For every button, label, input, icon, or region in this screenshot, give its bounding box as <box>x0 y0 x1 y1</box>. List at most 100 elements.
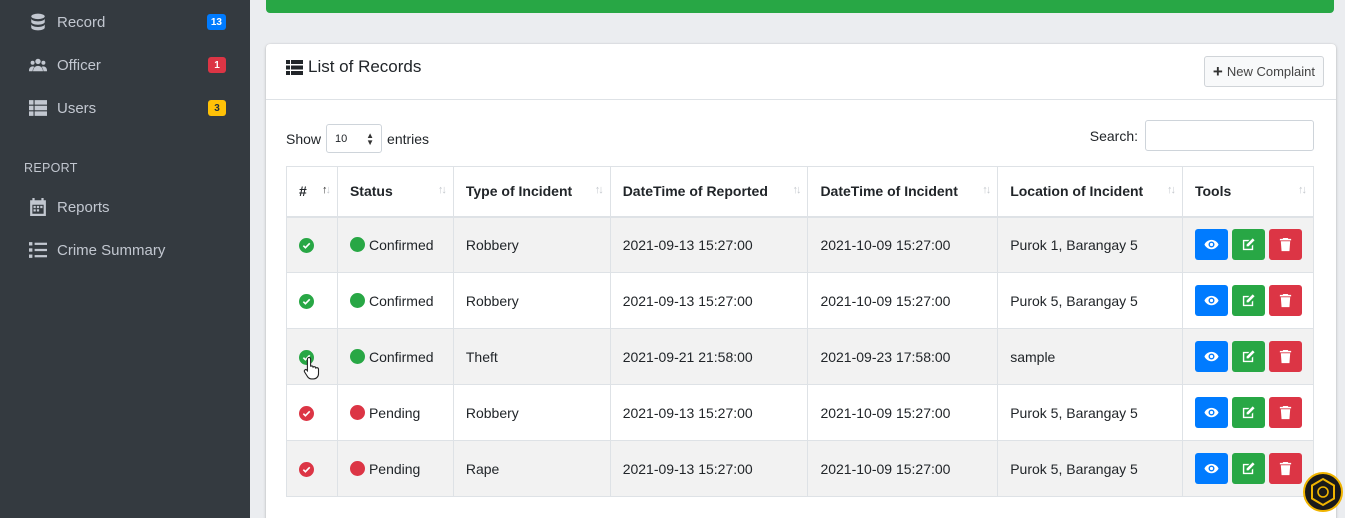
tools-cell <box>1181 272 1315 329</box>
status-text: Confirmed <box>368 236 434 253</box>
check-circle-icon[interactable] <box>299 293 314 309</box>
edit-icon <box>1241 237 1256 252</box>
tools-cell <box>1181 384 1315 441</box>
status-text: Confirmed <box>368 348 434 365</box>
view-button[interactable] <box>1194 229 1228 261</box>
edit-icon <box>1241 405 1256 420</box>
count-badge: 13 <box>206 14 226 30</box>
column-header-incident[interactable]: DateTime of Incident ↑↓ <box>807 166 999 218</box>
sidebar-item-label: Users <box>57 99 97 117</box>
hand-cursor-icon <box>303 356 320 380</box>
type-cell: Robbery <box>452 272 611 329</box>
tools-cell <box>1181 328 1315 385</box>
entries-value: 10 <box>335 132 348 145</box>
trash-icon <box>1278 237 1293 252</box>
records-table: # ↑↓ Status ↑↓ Type of Incident ↑↓ DateTime… <box>286 166 1315 497</box>
database-icon <box>28 12 48 32</box>
table-header-row: # ↑↓ Status ↑↓ Type of Incident ↑↓ DateTime… <box>286 166 1315 218</box>
card-header: List of Records + New Complaint <box>266 44 1336 100</box>
reported-cell: 2021-09-13 15:27:00 <box>609 440 809 497</box>
sidebar-item-officer[interactable]: Officer 1 <box>0 45 250 85</box>
eye-icon <box>1204 237 1219 252</box>
delete-button[interactable] <box>1268 397 1302 428</box>
edit-icon <box>1241 349 1256 364</box>
delete-button[interactable] <box>1268 285 1302 316</box>
row-status-check[interactable] <box>286 384 338 441</box>
search-input[interactable] <box>1145 120 1314 151</box>
type-cell: Rape <box>452 440 611 497</box>
sidebar-item-reports[interactable]: Reports <box>0 187 250 227</box>
count-badge: 3 <box>208 100 226 116</box>
table-row: Pending Robbery 2021-09-13 15:27:00 2021-10… <box>286 384 1315 441</box>
tools-cell <box>1181 216 1315 273</box>
type-cell: Robbery <box>452 384 611 441</box>
search-control: Search: <box>1090 120 1314 151</box>
type-cell: Robbery <box>452 216 611 273</box>
trash-icon <box>1278 405 1293 420</box>
sidebar: Record 13 Officer 1 Users 3 REPORT Repor… <box>0 0 250 518</box>
header-label: Tools <box>1194 183 1232 200</box>
column-header-status[interactable]: Status ↑↓ <box>336 166 454 218</box>
check-circle-icon[interactable] <box>299 461 314 477</box>
table-row: Confirmed Robbery 2021-09-13 15:27:00 2021-… <box>286 272 1315 329</box>
column-header-location[interactable]: Location of Incident ↑↓ <box>997 166 1183 218</box>
column-header-number[interactable]: # ↑↓ <box>286 166 338 218</box>
edit-button[interactable] <box>1231 229 1265 261</box>
search-label: Search: <box>1089 127 1138 144</box>
column-header-type[interactable]: Type of Incident ↑↓ <box>452 166 611 218</box>
delete-button[interactable] <box>1268 453 1302 484</box>
sidebar-item-label: Officer <box>57 56 101 74</box>
eye-icon <box>1204 405 1219 420</box>
header-label: # <box>299 183 307 200</box>
reported-cell: 2021-09-13 15:27:00 <box>609 384 809 441</box>
check-circle-icon[interactable] <box>299 405 314 421</box>
incident-cell: 2021-10-09 15:27:00 <box>807 272 999 329</box>
header-label: Type of Incident <box>465 183 573 200</box>
status-cell: Pending <box>336 440 454 497</box>
status-text: Pending <box>368 404 421 421</box>
type-cell: Theft <box>452 328 611 385</box>
view-button[interactable] <box>1194 285 1228 316</box>
table-row: Confirmed Theft 2021-09-21 21:58:00 2021-09… <box>286 328 1315 385</box>
eye-icon <box>1204 293 1219 308</box>
edit-icon <box>1241 461 1256 476</box>
delete-button[interactable] <box>1268 229 1302 261</box>
column-header-reported[interactable]: DateTime of Reported ↑↓ <box>609 166 809 218</box>
location-cell: sample <box>997 328 1183 385</box>
row-status-check[interactable] <box>286 440 338 497</box>
view-button[interactable] <box>1194 453 1228 484</box>
sidebar-section-header: REPORT <box>24 161 78 175</box>
location-cell: Purok 5, Barangay 5 <box>997 440 1183 497</box>
view-button[interactable] <box>1194 397 1228 428</box>
location-cell: Purok 5, Barangay 5 <box>997 384 1183 441</box>
view-button[interactable] <box>1194 341 1228 372</box>
sidebar-item-record[interactable]: Record 13 <box>0 2 250 42</box>
column-header-tools[interactable]: Tools ↑↓ <box>1181 166 1315 218</box>
edit-button[interactable] <box>1231 285 1265 316</box>
trash-icon <box>1278 293 1293 308</box>
edit-button[interactable] <box>1231 341 1265 372</box>
entries-control: Show 10 ▲ ▼ entries <box>286 124 429 153</box>
check-circle-icon[interactable] <box>299 237 314 253</box>
new-complaint-button[interactable]: + New Complaint <box>1203 56 1324 87</box>
location-cell: Purok 1, Barangay 5 <box>997 216 1183 273</box>
row-status-check[interactable] <box>286 216 338 273</box>
edit-button[interactable] <box>1231 397 1265 428</box>
sort-icon: ↑↓ <box>982 184 991 196</box>
table-list-icon <box>28 98 48 118</box>
entries-select[interactable]: 10 ▲ ▼ <box>326 124 383 153</box>
reported-cell: 2021-09-21 21:58:00 <box>609 328 809 385</box>
status-cell: Confirmed <box>336 328 454 385</box>
delete-button[interactable] <box>1268 341 1302 372</box>
tools-cell <box>1181 440 1315 497</box>
reported-cell: 2021-09-13 15:27:00 <box>609 272 809 329</box>
table-row: Pending Rape 2021-09-13 15:27:00 2021-10-09… <box>286 440 1315 497</box>
sidebar-item-users[interactable]: Users 3 <box>0 88 250 128</box>
status-text: Pending <box>368 460 421 477</box>
sidebar-item-label: Crime Summary <box>57 241 166 259</box>
incident-cell: 2021-10-09 15:27:00 <box>807 440 999 497</box>
sidebar-item-crime-summary[interactable]: Crime Summary <box>0 230 250 270</box>
edit-button[interactable] <box>1231 453 1265 484</box>
card-title: List of Records <box>286 57 421 77</box>
row-status-check[interactable] <box>286 272 338 329</box>
